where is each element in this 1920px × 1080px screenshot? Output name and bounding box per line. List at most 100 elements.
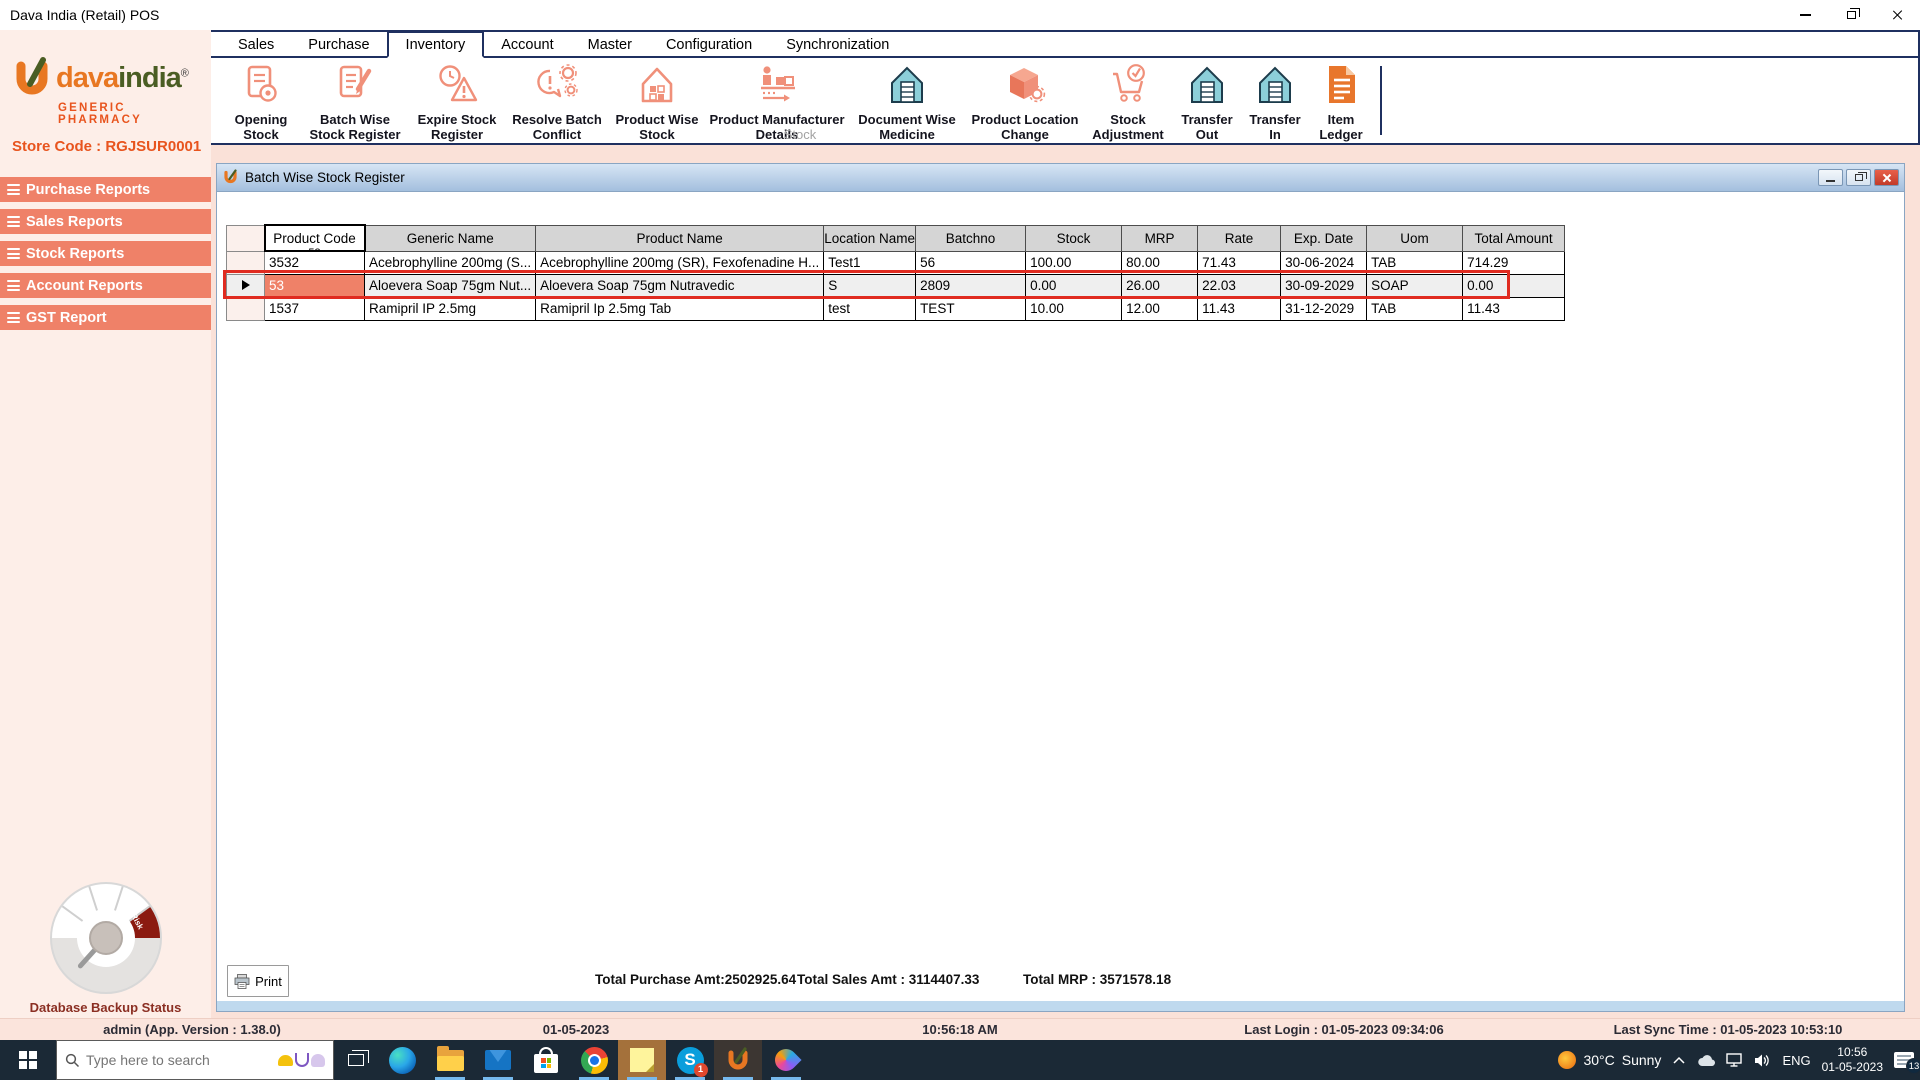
cell-location-name[interactable]: Test1: [823, 250, 917, 275]
tab-master[interactable]: Master: [571, 33, 649, 56]
cell-stock[interactable]: 10.00: [1025, 296, 1123, 321]
ribbon-item-product-location-change[interactable]: Product Location Change: [969, 63, 1081, 143]
column-header-uom[interactable]: Uom: [1366, 224, 1464, 252]
cell-rate[interactable]: 22.03: [1197, 273, 1282, 298]
tab-inventory[interactable]: Inventory: [386, 31, 485, 58]
sidebar-item-stock-reports[interactable]: Stock Reports: [0, 241, 211, 266]
taskbar-app-paint3d[interactable]: [762, 1040, 810, 1080]
cell-exp-date[interactable]: 30-09-2029: [1280, 273, 1368, 298]
column-header-exp-date[interactable]: Exp. Date: [1280, 224, 1368, 252]
row-selector-cell[interactable]: [226, 273, 265, 298]
taskbar-app-sticky-notes[interactable]: [618, 1040, 666, 1080]
column-header-total-amount[interactable]: Total Amount: [1462, 224, 1566, 252]
sidebar-item-purchase-reports[interactable]: Purchase Reports: [0, 177, 211, 202]
column-header-location-name[interactable]: Location Name: [823, 224, 917, 252]
cell-product-name[interactable]: Acebrophylline 200mg (SR), Fexofenadine …: [535, 250, 825, 275]
column-header-generic-name[interactable]: Generic Name: [363, 224, 537, 252]
print-button[interactable]: Print: [227, 965, 289, 997]
tab-sales[interactable]: Sales: [221, 33, 291, 56]
cell-uom[interactable]: TAB: [1366, 296, 1464, 321]
sidebar-item-account-reports[interactable]: Account Reports: [0, 273, 211, 298]
cell-total-amount[interactable]: 11.43: [1462, 296, 1566, 321]
start-button[interactable]: [0, 1040, 56, 1080]
cell-product-code[interactable]: 53: [264, 273, 365, 298]
tab-synchronization[interactable]: Synchronization: [769, 33, 906, 56]
cell-exp-date[interactable]: 30-06-2024: [1280, 250, 1368, 275]
cell-mrp[interactable]: 12.00: [1121, 296, 1199, 321]
cell-rate[interactable]: 11.43: [1197, 296, 1282, 321]
minimize-button[interactable]: [1782, 0, 1828, 30]
cell-batchno[interactable]: TEST: [915, 296, 1027, 321]
ribbon-item-expire-stock-register[interactable]: Expire Stock Register: [409, 63, 505, 143]
table-row[interactable]: 53 Aloevera Soap 75gm Nut... Aloevera Soap…: [226, 273, 1566, 298]
column-header-mrp[interactable]: MRP: [1121, 224, 1199, 252]
cell-rate[interactable]: 71.43: [1197, 250, 1282, 275]
taskbar-app-mail[interactable]: [474, 1040, 522, 1080]
ribbon-item-item-ledger[interactable]: Item Ledger: [1311, 63, 1371, 143]
cell-mrp[interactable]: 26.00: [1121, 273, 1199, 298]
sidebar-item-sales-reports[interactable]: Sales Reports: [0, 209, 211, 234]
cell-batchno[interactable]: 2809: [915, 273, 1027, 298]
column-header-stock[interactable]: Stock: [1025, 224, 1123, 252]
ribbon-item-opening-stock[interactable]: Opening Stock: [221, 63, 301, 143]
action-center-button[interactable]: 13: [1894, 1052, 1920, 1074]
taskbar-app-chrome[interactable]: [570, 1040, 618, 1080]
search-input[interactable]: [86, 1052, 272, 1068]
column-header-rate[interactable]: Rate: [1197, 224, 1282, 252]
inner-close-button[interactable]: [1874, 169, 1899, 186]
ribbon-item-document-wise-medicine[interactable]: Document Wise Medicine: [849, 63, 965, 143]
network-icon[interactable]: [1726, 1053, 1743, 1067]
ribbon-item-transfer-in[interactable]: Transfer In: [1243, 63, 1307, 143]
taskbar-search[interactable]: [56, 1040, 334, 1080]
ribbon-item-transfer-out[interactable]: Transfer Out: [1175, 63, 1239, 143]
taskbar-app-skype[interactable]: S 1: [666, 1040, 714, 1080]
taskbar-clock[interactable]: 10:56 01-05-2023: [1822, 1045, 1883, 1075]
cell-exp-date[interactable]: 31-12-2029: [1280, 296, 1368, 321]
cell-product-code[interactable]: 1537: [264, 296, 365, 321]
cell-generic-name[interactable]: Aloevera Soap 75gm Nut...: [363, 273, 537, 298]
cell-total-amount[interactable]: 714.29: [1462, 250, 1566, 275]
ribbon-item-stock-adjustment[interactable]: Stock Adjustment: [1085, 63, 1171, 143]
table-row[interactable]: 1537 Ramipril IP 2.5mg Ramipril Ip 2.5mg T…: [226, 296, 1566, 321]
column-header-product-code[interactable]: Product Code53: [263, 224, 366, 252]
row-selector-cell[interactable]: [226, 250, 265, 275]
restore-button[interactable]: [1828, 0, 1874, 30]
cell-batchno[interactable]: 56: [915, 250, 1027, 275]
cell-product-code[interactable]: 3532: [264, 250, 365, 275]
row-selector-header[interactable]: [226, 224, 265, 252]
close-button[interactable]: [1874, 0, 1920, 30]
taskbar-app-file-explorer[interactable]: [426, 1040, 474, 1080]
taskbar-app-edge[interactable]: [378, 1040, 426, 1080]
cell-location-name[interactable]: S: [823, 273, 917, 298]
cell-uom[interactable]: TAB: [1366, 250, 1464, 275]
sidebar-item-gst-report[interactable]: GST Report: [0, 305, 211, 330]
row-selector-cell[interactable]: [226, 296, 265, 321]
inner-minimize-button[interactable]: [1818, 169, 1843, 186]
language-indicator[interactable]: ENG: [1782, 1053, 1810, 1068]
table-row[interactable]: 3532 Acebrophylline 200mg (S... Acebrophyl…: [226, 250, 1566, 275]
ribbon-item-product-wise-stock[interactable]: Product Wise Stock: [609, 63, 705, 143]
ribbon-item-batch-wise-stock-register[interactable]: Batch Wise Stock Register: [305, 63, 405, 143]
column-header-product-name[interactable]: Product Name: [535, 224, 825, 252]
cell-generic-name[interactable]: Ramipril IP 2.5mg: [363, 296, 537, 321]
cell-stock[interactable]: 0.00: [1025, 273, 1123, 298]
chevron-up-icon[interactable]: [1672, 1055, 1686, 1065]
column-header-batchno[interactable]: Batchno: [915, 224, 1027, 252]
onedrive-cloud-icon[interactable]: [1697, 1054, 1716, 1067]
cell-total-amount[interactable]: 0.00: [1462, 273, 1566, 298]
cell-generic-name[interactable]: Acebrophylline 200mg (S...: [363, 250, 537, 275]
cell-product-name[interactable]: Aloevera Soap 75gm Nutravedic: [535, 273, 825, 298]
cell-product-name[interactable]: Ramipril Ip 2.5mg Tab: [535, 296, 825, 321]
tab-account[interactable]: Account: [484, 33, 570, 56]
tab-configuration[interactable]: Configuration: [649, 33, 769, 56]
taskbar-app-store[interactable]: [522, 1040, 570, 1080]
taskbar-app-dava-pos[interactable]: [714, 1040, 762, 1080]
ribbon-item-resolve-batch-conflict[interactable]: Resolve Batch Conflict: [509, 63, 605, 143]
search-doodle-icons[interactable]: [278, 1053, 325, 1067]
inner-restore-button[interactable]: [1846, 169, 1871, 186]
cell-mrp[interactable]: 80.00: [1121, 250, 1199, 275]
cell-stock[interactable]: 100.00: [1025, 250, 1123, 275]
task-view-button[interactable]: [334, 1040, 378, 1080]
weather-widget[interactable]: 30°C Sunny: [1558, 1051, 1661, 1069]
speaker-icon[interactable]: [1754, 1053, 1771, 1068]
